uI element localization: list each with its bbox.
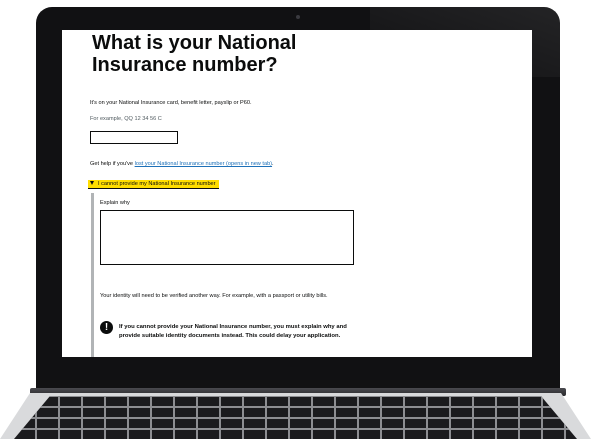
lost-ni-number-link[interactable]: lost your National Insurance number (ope… (135, 161, 272, 167)
ni-example-hint: For example, QQ 12 34 56 C (90, 116, 162, 122)
laptop-keyboard (14, 396, 577, 439)
page-title: What is your National Insurance number? (92, 32, 297, 76)
cannot-provide-ni-summary[interactable]: I cannot provide my National Insurance n… (88, 180, 219, 188)
laptop-screen: What is your National Insurance number? … (62, 30, 532, 357)
help-text-suffix: . (272, 161, 274, 167)
exclamation-circle-icon: ! (100, 321, 113, 334)
details-summary-label: I cannot provide my National Insurance n… (98, 181, 216, 187)
details-border (91, 193, 94, 357)
help-text-prefix: Get help if you've (90, 161, 135, 167)
laptop-photo: What is your National Insurance number? … (0, 0, 591, 439)
triangle-down-icon (90, 181, 94, 185)
help-text: Get help if you've lost your National In… (90, 161, 274, 168)
webcam (296, 15, 300, 19)
verify-identity-text: Your identity will need to be verified a… (100, 293, 328, 299)
intro-text: It's on your National Insurance card, be… (90, 100, 252, 106)
explain-why-label: Explain why (100, 200, 130, 206)
explain-why-textarea[interactable] (100, 210, 354, 265)
ni-number-input[interactable] (90, 131, 178, 144)
warning-text: If you cannot provide your National Insu… (119, 324, 347, 339)
